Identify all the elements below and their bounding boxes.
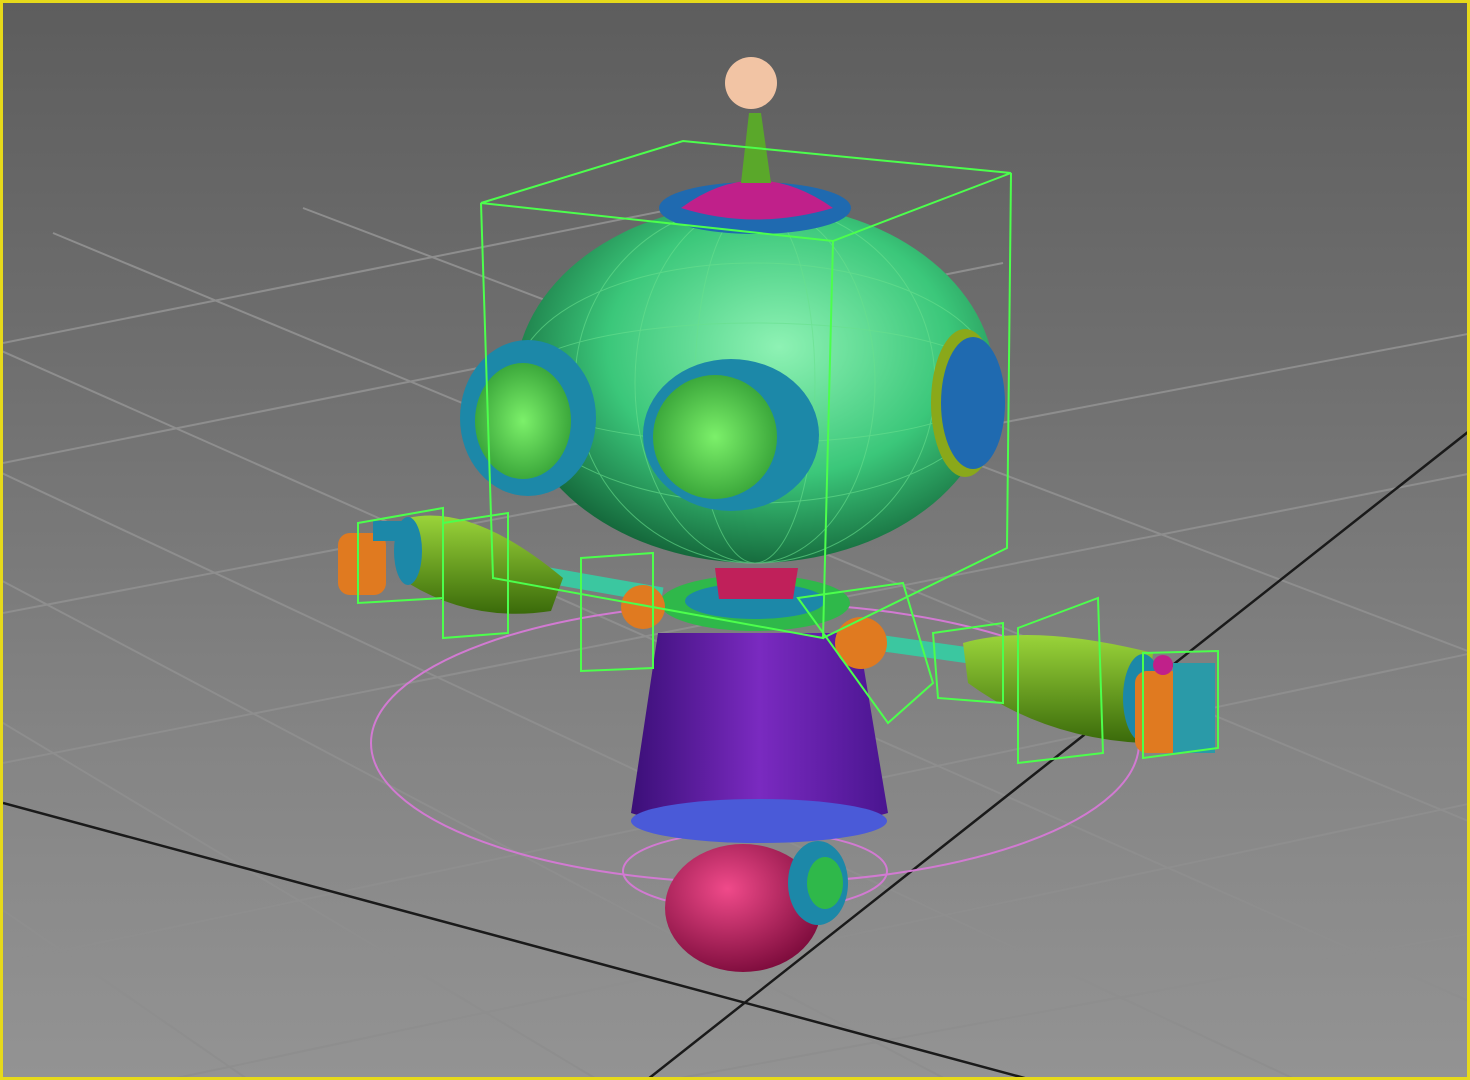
left-eye[interactable] — [460, 340, 596, 496]
antenna[interactable] — [659, 57, 851, 234]
right-ear[interactable] — [931, 329, 1005, 477]
right-arm[interactable] — [835, 617, 1215, 753]
3d-viewport[interactable] — [0, 0, 1470, 1080]
wheel[interactable] — [665, 841, 848, 972]
viewport-scene[interactable] — [3, 3, 1470, 1080]
right-eye[interactable] — [643, 359, 819, 511]
